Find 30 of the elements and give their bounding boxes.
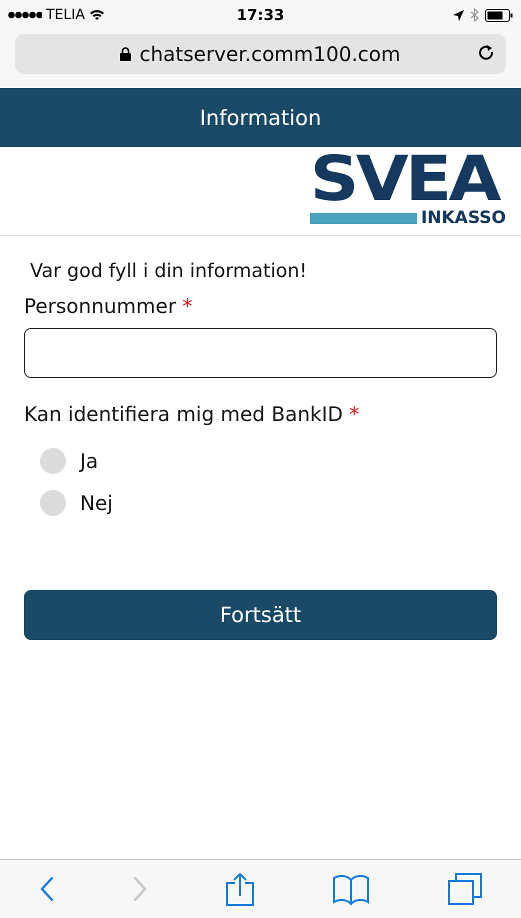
wifi-icon: [88, 9, 105, 21]
required-mark: *: [182, 294, 192, 318]
radio-option[interactable]: Nej: [40, 490, 497, 516]
share-icon: [226, 872, 254, 906]
url-text: chatserver.comm100.com: [139, 42, 401, 66]
tabs-icon: [448, 873, 482, 905]
clock: 17:33: [236, 6, 284, 24]
signal-icon: [8, 11, 42, 19]
radio-option[interactable]: Ja: [40, 448, 497, 474]
carrier-name: TELIA: [46, 7, 85, 23]
continue-button[interactable]: Fortsätt: [24, 590, 497, 640]
battery-icon: [485, 8, 513, 22]
logo-text: SVEA: [310, 153, 500, 205]
logo-subtitle: INKASSO: [420, 209, 506, 227]
location-icon: [453, 10, 464, 20]
input-field[interactable]: [24, 328, 497, 378]
chevron-left-icon: [40, 876, 54, 902]
intro-text: Var god fyll i din information!: [30, 260, 308, 282]
bookmarks-button[interactable]: [332, 872, 368, 906]
back-button[interactable]: [40, 876, 54, 902]
book-icon: [332, 872, 368, 906]
tabs-button[interactable]: [448, 873, 482, 905]
required-mark: *: [349, 402, 360, 426]
share-button[interactable]: [226, 872, 254, 906]
address-bar[interactable]: chatserver.comm100.com: [15, 34, 506, 74]
field-label: Personnummer: [24, 294, 178, 318]
bluetooth-icon: [470, 8, 479, 22]
page-header: Information: [0, 88, 521, 147]
chevron-right-icon: [132, 876, 146, 902]
field-label: Kan identifiera mig med BankID: [24, 402, 344, 426]
